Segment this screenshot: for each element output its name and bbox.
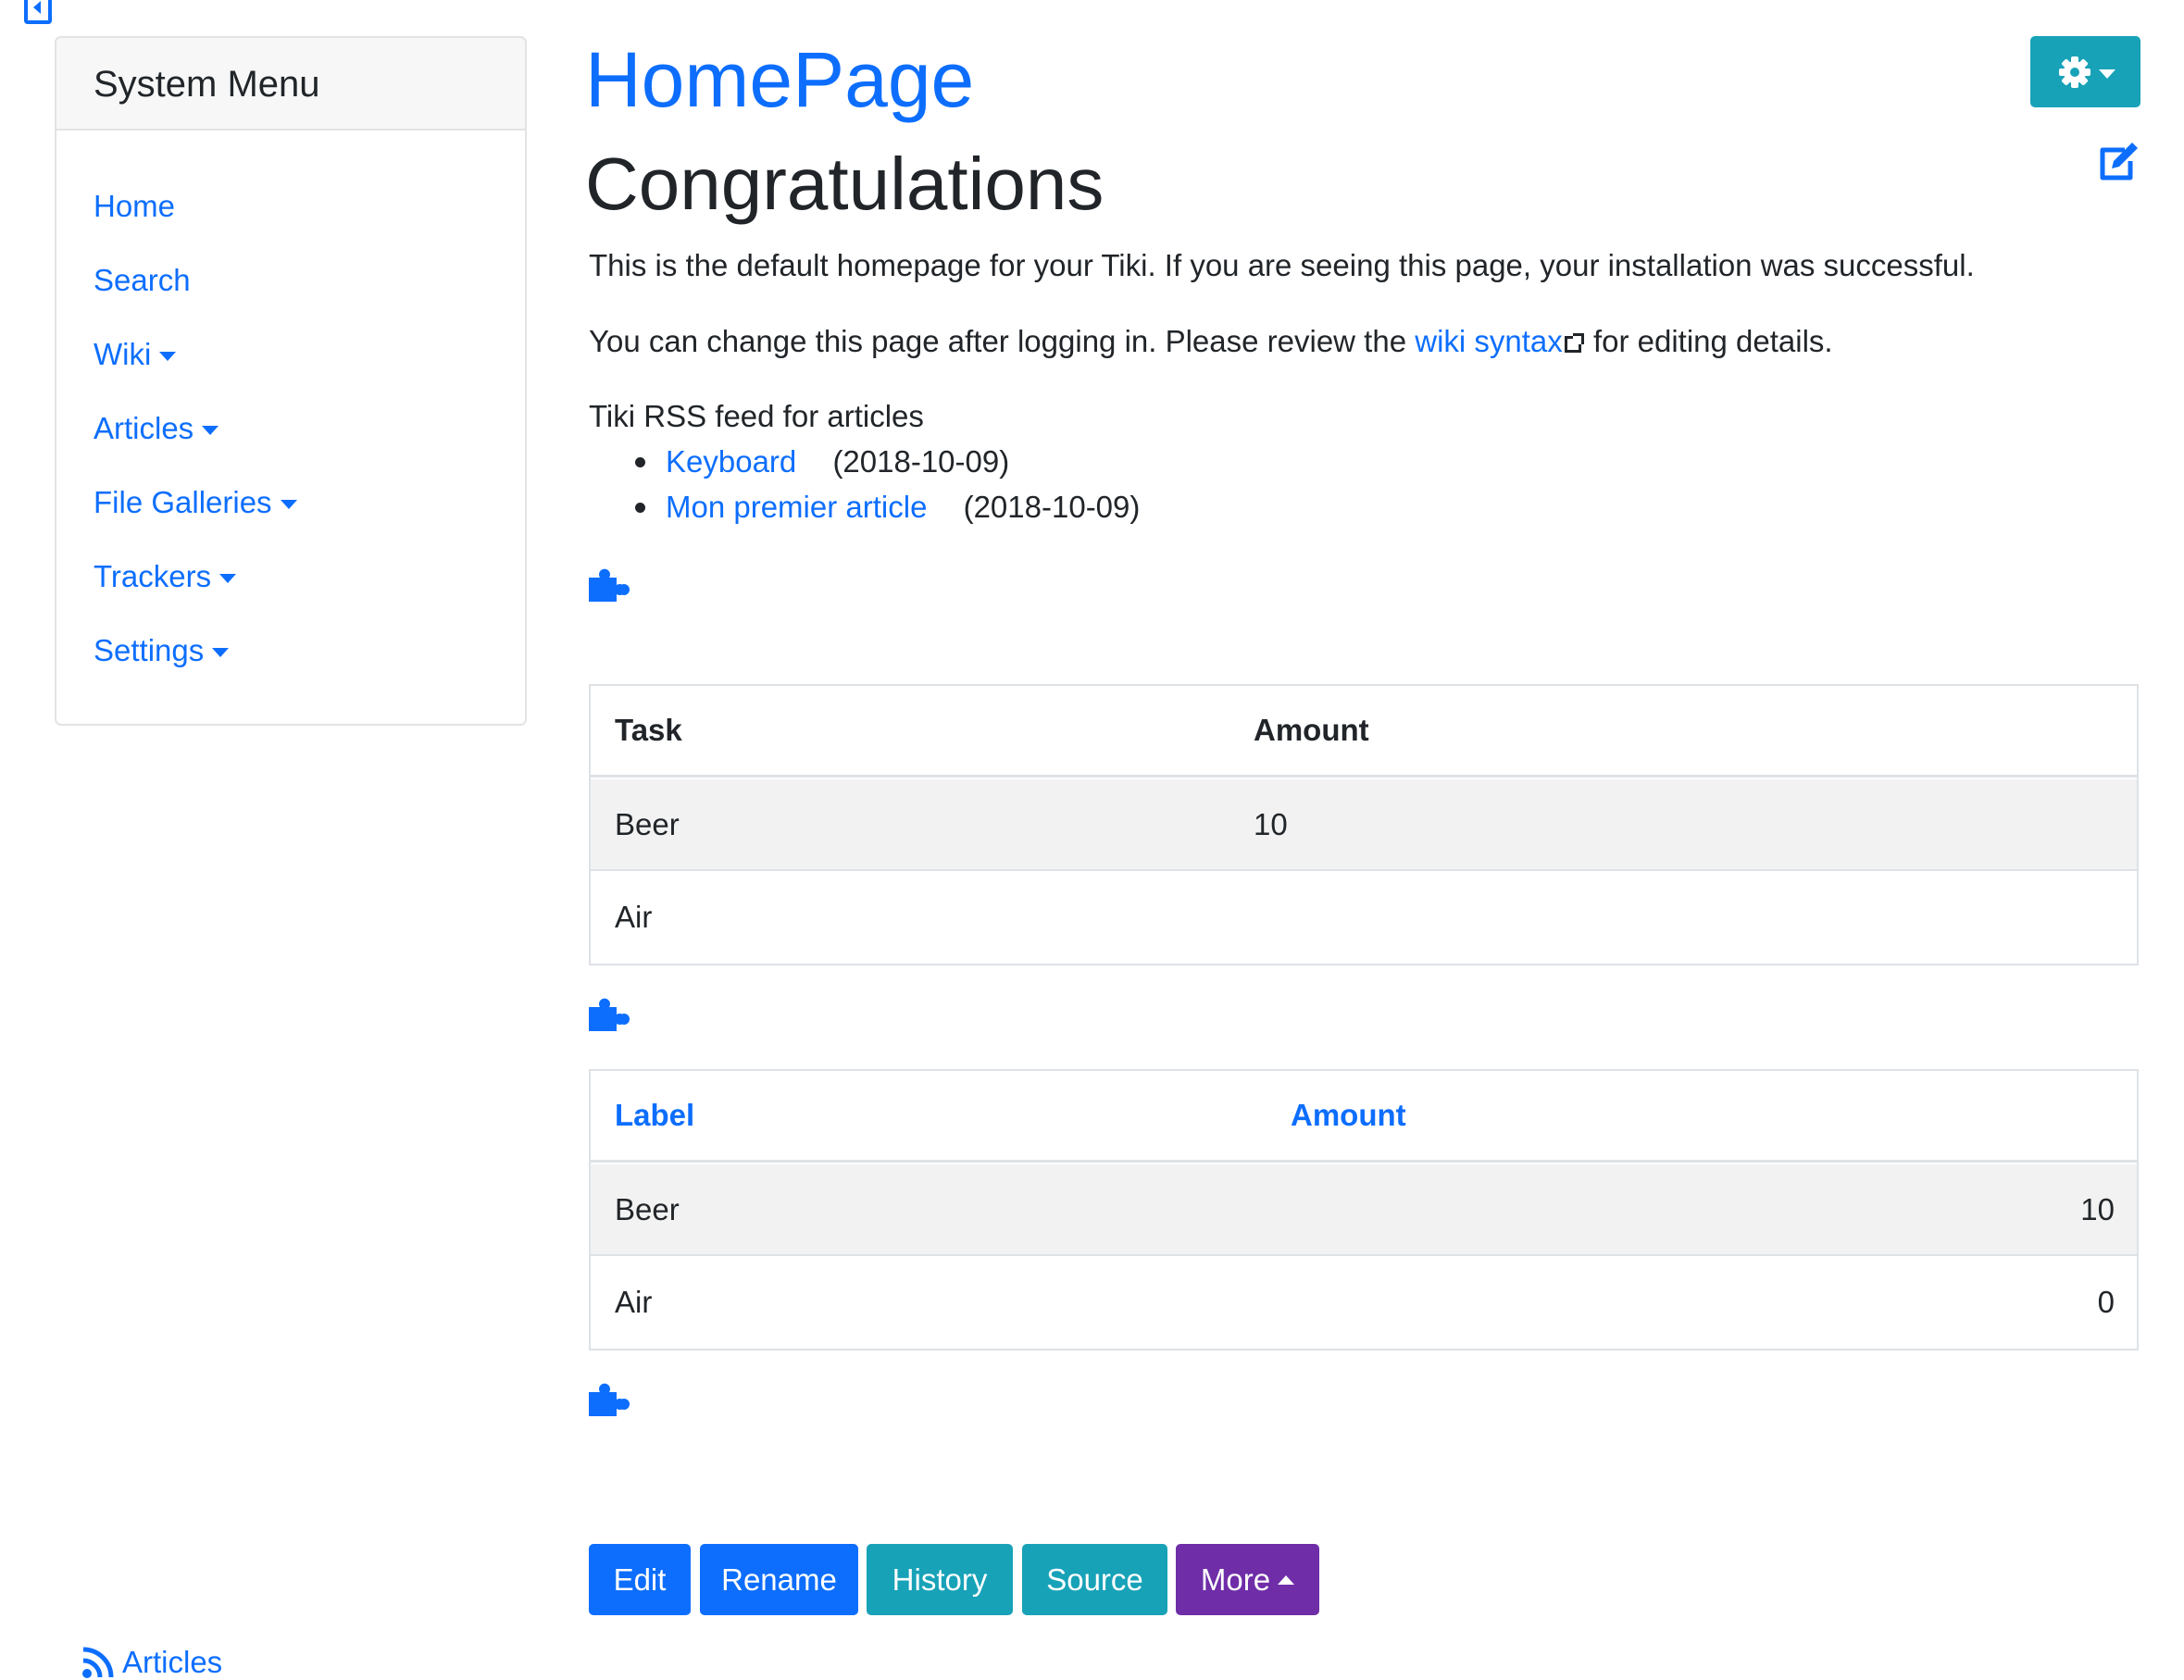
sort-label-header[interactable]: Label	[615, 1071, 694, 1160]
source-button[interactable]: Source	[1022, 1544, 1167, 1615]
rename-button[interactable]: Rename	[700, 1544, 858, 1615]
table-row: Beer 10	[591, 1164, 2137, 1256]
sidebar-item-settings[interactable]: Settings	[94, 633, 230, 668]
page-settings-button[interactable]	[2030, 36, 2140, 107]
rss-feed-link[interactable]: Tiki RSS feed for articles	[589, 399, 924, 434]
table-row: Air	[615, 899, 653, 934]
list-item: Keyboard (2018-10-09)	[589, 444, 1009, 479]
sidebar-item-trackers[interactable]: Trackers	[94, 559, 237, 594]
wiki-syntax-link[interactable]: wiki syntax	[1415, 324, 1563, 358]
table-header-row: Label Amount	[591, 1071, 2137, 1163]
sidebar-item-search[interactable]: Search	[94, 263, 191, 298]
puzzle-icon[interactable]	[589, 998, 630, 1031]
sidebar-collapse-icon[interactable]	[24, 0, 52, 24]
sidebar-item-home[interactable]: Home	[94, 189, 175, 224]
page-heading: Congratulations	[585, 143, 1104, 225]
rss-articles-link[interactable]: Articles	[81, 1645, 222, 1680]
label-table: Label Amount Beer 10 Air 0	[589, 1069, 2139, 1350]
puzzle-icon[interactable]	[589, 1383, 630, 1416]
article-link-mon-premier-article[interactable]: Mon premier article	[666, 490, 927, 524]
edit-button[interactable]: Edit	[589, 1544, 691, 1615]
table-header-row: Task Amount	[591, 686, 2137, 778]
edit-icon[interactable]	[2097, 141, 2141, 181]
change-paragraph: You can change this page after logging i…	[589, 324, 1833, 358]
sidebar-item-wiki[interactable]: Wiki	[94, 337, 177, 372]
chevron-down-icon	[202, 426, 219, 435]
chevron-down-icon	[2098, 68, 2115, 79]
chevron-down-icon	[280, 500, 297, 509]
table-row: Beer 10	[591, 779, 2137, 871]
sort-amount-header[interactable]: Amount	[1291, 1071, 1406, 1160]
table-row: Air 0	[615, 1284, 2115, 1319]
list-item: Mon premier article (2018-10-09)	[589, 490, 1140, 525]
chevron-down-icon	[212, 648, 230, 657]
sidebar-item-file-galleries[interactable]: File Galleries	[94, 485, 297, 520]
history-button[interactable]: History	[867, 1544, 1013, 1615]
task-table: Task Amount Beer 10 Air	[589, 684, 2139, 965]
chevron-down-icon	[159, 352, 177, 361]
article-link-keyboard[interactable]: Keyboard	[666, 444, 796, 479]
sidebar-item-articles[interactable]: Articles	[94, 411, 219, 446]
page-title[interactable]: HomePage	[585, 37, 974, 123]
intro-paragraph: This is the default homepage for your Ti…	[589, 248, 1975, 282]
more-button[interactable]: More	[1176, 1544, 1319, 1615]
chevron-down-icon	[219, 574, 237, 583]
puzzle-icon[interactable]	[589, 568, 630, 602]
chevron-up-icon	[1278, 1574, 1295, 1585]
rss-icon	[82, 1647, 114, 1678]
system-menu-title: System Menu	[56, 38, 525, 131]
gear-icon	[2058, 56, 2090, 88]
external-link-icon	[1564, 333, 1584, 353]
system-menu: System Menu Home Search Wiki Articles Fi…	[55, 36, 527, 726]
